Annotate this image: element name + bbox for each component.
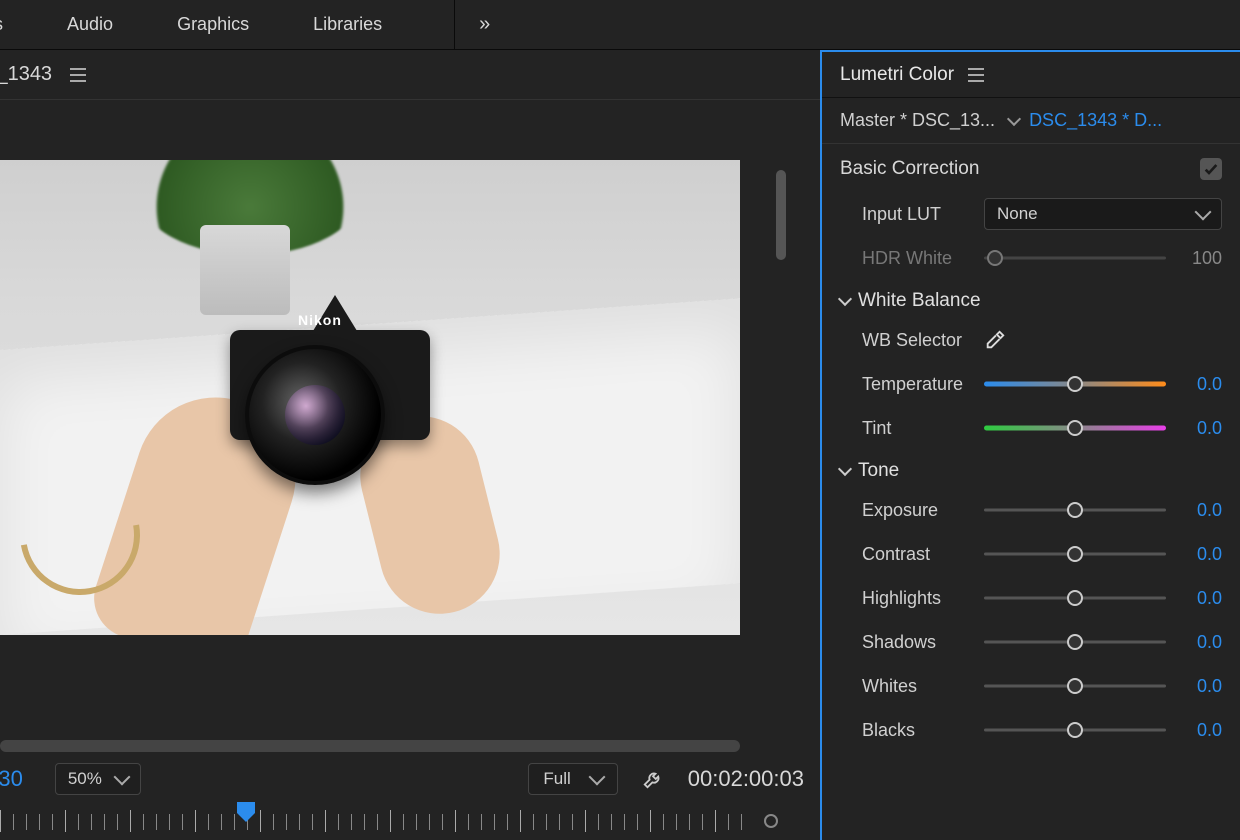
hdr-white-slider [984, 248, 1166, 268]
tone-row-whites: Whites 0.0 [840, 664, 1222, 708]
chevron-down-icon [588, 769, 605, 786]
workspace-tab-audio[interactable]: Audio [35, 14, 145, 35]
blacks-label: Blacks [840, 720, 972, 741]
workspace-tab-libraries[interactable]: Libraries [281, 14, 414, 35]
workspace-overflow-button[interactable]: » [455, 13, 514, 36]
shadows-label: Shadows [840, 632, 972, 653]
basic-correction-title[interactable]: Basic Correction [840, 158, 979, 180]
playback-resolution-dropdown[interactable]: Full [528, 763, 617, 795]
eyedropper-icon[interactable] [984, 329, 1006, 351]
program-sequence-name[interactable]: C_1343 [0, 63, 52, 86]
temperature-value[interactable]: 0.0 [1178, 374, 1222, 395]
input-lut-label: Input LUT [840, 204, 972, 225]
temperature-slider[interactable] [984, 374, 1166, 394]
disclosure-triangle-icon [838, 462, 852, 476]
shadows-slider[interactable] [984, 632, 1166, 652]
highlights-value[interactable]: 0.0 [1178, 588, 1222, 609]
highlights-slider[interactable] [984, 588, 1166, 608]
zoom-level-value: 50% [68, 769, 102, 789]
blacks-slider[interactable] [984, 720, 1166, 740]
camera-brand-text: Nikon [298, 312, 342, 328]
basic-correction-toggle[interactable] [1200, 158, 1222, 180]
zoom-level-dropdown[interactable]: 50% [55, 763, 141, 795]
playback-resolution-value: Full [543, 769, 570, 789]
workspace-menubar: cts Audio Graphics Libraries » [0, 0, 1240, 50]
contrast-value[interactable]: 0.0 [1178, 544, 1222, 565]
tint-slider[interactable] [984, 418, 1166, 438]
viewer-vertical-scrollbar[interactable] [776, 170, 786, 672]
chevron-down-icon [1195, 204, 1212, 221]
wb-selector-label: WB Selector [840, 330, 972, 351]
tone-title: Tone [858, 460, 899, 482]
program-monitor-panel: C_1343 Nikon [0, 50, 820, 840]
exposure-slider[interactable] [984, 500, 1166, 520]
tone-row-blacks: Blacks 0.0 [840, 708, 1222, 752]
program-monitor-viewer[interactable]: Nikon [0, 160, 740, 635]
tone-row-highlights: Highlights 0.0 [840, 576, 1222, 620]
clip-breadcrumb: Master * DSC_13... DSC_1343 * D... [822, 98, 1240, 144]
program-monitor-header: C_1343 [0, 50, 820, 100]
lumetri-panel-title[interactable]: Lumetri Color [840, 64, 954, 86]
exposure-label: Exposure [840, 500, 972, 521]
contrast-slider[interactable] [984, 544, 1166, 564]
duration-timecode: 00:02:00:03 [688, 766, 804, 792]
lumetri-color-panel: Lumetri Color Master * DSC_13... DSC_134… [820, 50, 1240, 840]
shadows-value[interactable]: 0.0 [1178, 632, 1222, 653]
workspace-tab-effects[interactable]: cts [0, 14, 35, 35]
playhead-timecode[interactable]: 4:30 [0, 766, 23, 792]
program-monitor-controls: 4:30 50% Full 00:02:00:03 [0, 754, 820, 804]
settings-wrench-icon[interactable] [642, 768, 664, 790]
disclosure-triangle-icon [838, 292, 852, 306]
exposure-value[interactable]: 0.0 [1178, 500, 1222, 521]
white-balance-header[interactable]: White Balance [840, 280, 1222, 318]
breadcrumb-clip[interactable]: DSC_1343 * D... [1029, 110, 1162, 131]
tone-row-shadows: Shadows 0.0 [840, 620, 1222, 664]
tint-value[interactable]: 0.0 [1178, 418, 1222, 439]
panel-menu-icon[interactable] [70, 68, 86, 82]
input-lut-dropdown[interactable]: None [984, 198, 1222, 230]
contrast-label: Contrast [840, 544, 972, 565]
hdr-white-label: HDR White [840, 248, 972, 269]
input-lut-value: None [997, 204, 1038, 224]
chevron-down-icon[interactable] [1007, 111, 1021, 125]
time-ruler[interactable] [0, 804, 790, 840]
tone-header[interactable]: Tone [840, 450, 1222, 488]
white-balance-title: White Balance [858, 290, 981, 312]
panel-menu-icon[interactable] [968, 68, 984, 82]
ruler-end-marker[interactable] [764, 814, 778, 828]
tone-row-contrast: Contrast 0.0 [840, 532, 1222, 576]
tone-row-exposure: Exposure 0.0 [840, 488, 1222, 532]
video-frame: Nikon [0, 160, 740, 635]
whites-slider[interactable] [984, 676, 1166, 696]
hdr-white-value: 100 [1178, 248, 1222, 269]
blacks-value[interactable]: 0.0 [1178, 720, 1222, 741]
whites-label: Whites [840, 676, 972, 697]
tint-label: Tint [840, 418, 972, 439]
chevron-down-icon [113, 769, 130, 786]
basic-correction-section: Basic Correction Input LUT None HDR Whit… [822, 144, 1240, 756]
temperature-label: Temperature [840, 374, 972, 395]
highlights-label: Highlights [840, 588, 972, 609]
workspace-tab-graphics[interactable]: Graphics [145, 14, 281, 35]
breadcrumb-master[interactable]: Master * DSC_13... [840, 110, 995, 131]
whites-value[interactable]: 0.0 [1178, 676, 1222, 697]
viewer-horizontal-scrollbar[interactable] [0, 740, 772, 754]
